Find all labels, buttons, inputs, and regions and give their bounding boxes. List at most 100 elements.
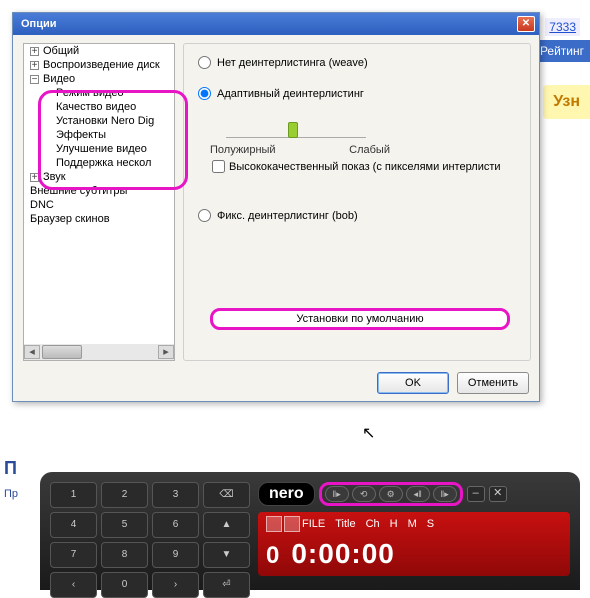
slider-thumb[interactable] <box>288 122 298 138</box>
radio-input[interactable] <box>198 209 211 222</box>
minimize-button[interactable]: – <box>467 486 485 502</box>
keypad-key[interactable]: 2 <box>101 482 148 508</box>
cursor-icon: ↖ <box>362 423 375 443</box>
tree-item[interactable]: Качество видео <box>24 100 174 114</box>
tree-item-label: DNC <box>30 199 54 211</box>
keypad-key[interactable]: 4 <box>50 512 97 538</box>
player-keypad: 123⌫456▲789▼‹0›⏎ <box>50 482 250 580</box>
scroll-thumb[interactable] <box>42 345 82 359</box>
tree-item-label: Звук <box>43 171 66 183</box>
nero-logo: nero <box>258 482 315 506</box>
background-rating-label: Рейтинг <box>534 40 590 62</box>
checkbox-label: Высококачественный показ (с пикселями ин… <box>229 161 501 173</box>
defaults-button[interactable]: Установки по умолчанию <box>210 308 510 330</box>
options-tree[interactable]: +Общий+Воспроизведение диск−ВидеоРежим в… <box>23 43 175 361</box>
tree-item-label: Видео <box>43 73 75 85</box>
checkbox-input[interactable] <box>212 160 225 173</box>
keypad-key[interactable]: 1 <box>50 482 97 508</box>
close-button[interactable]: ✕ <box>517 16 535 32</box>
tree-item[interactable]: + Звук <box>24 170 174 184</box>
keypad-key[interactable]: 0 <box>101 572 148 598</box>
slider-label-left: Полужирный <box>210 144 276 156</box>
options-dialog: Опции ✕ + Общий + Воспроизведение диск−Виде… <box>12 12 540 402</box>
adaptive-quality-slider[interactable] <box>226 118 366 138</box>
tree-item-label: Общий <box>43 45 79 57</box>
close-player-button[interactable]: ✕ <box>489 486 507 502</box>
keypad-key[interactable]: 6 <box>152 512 199 538</box>
tree-item[interactable]: −Видео <box>24 72 174 86</box>
scroll-right-icon[interactable]: ▸ <box>158 345 174 359</box>
tree-item[interactable]: Внешние субтитры <box>24 184 174 198</box>
background-link[interactable]: 7333 <box>545 18 580 36</box>
tree-item[interactable]: + Воспроизведение диск <box>24 58 174 72</box>
tree-item-label: Установки Nero Dig <box>56 115 154 127</box>
keypad-key[interactable]: ‹ <box>50 572 97 598</box>
tree-item-label: Браузер скинов <box>30 213 110 225</box>
keypad-key[interactable]: ⏎ <box>203 572 250 598</box>
tree-item-label: Эффекты <box>56 129 106 141</box>
player-pill-button[interactable]: ⟲ <box>352 486 376 502</box>
player-display: FILE Title Ch H M S 0 0:00:00 <box>258 512 570 576</box>
radio-input[interactable] <box>198 87 211 100</box>
radio-input[interactable] <box>198 56 211 69</box>
nero-player: 123⌫456▲789▼‹0›⏎ nero ‖▸⟲⚙◂‖‖▸ – ✕ FILE … <box>12 460 590 590</box>
checkbox-high-quality[interactable]: Высококачественный показ (с пикселями ин… <box>212 160 516 173</box>
track-number: 0 <box>266 542 279 570</box>
tree-item-label: Улучшение видео <box>56 143 147 155</box>
expand-icon[interactable]: + <box>30 47 39 56</box>
collapse-icon[interactable]: − <box>30 75 39 84</box>
tree-item[interactable]: Установки Nero Dig <box>24 114 174 128</box>
expand-icon[interactable]: + <box>30 61 39 70</box>
player-pill-button[interactable]: ‖▸ <box>433 486 457 502</box>
tree-item[interactable]: Улучшение видео <box>24 142 174 156</box>
disp-col-s: S <box>427 518 434 530</box>
keypad-key[interactable]: ⌫ <box>203 482 250 508</box>
player-pill-button[interactable]: ◂‖ <box>406 486 430 502</box>
disp-col-m: M <box>408 518 417 530</box>
file-icon <box>266 516 282 532</box>
slider-label-right: Слабый <box>349 144 390 156</box>
background-ad-fragment: Узн <box>543 85 590 119</box>
tree-item[interactable]: Эффекты <box>24 128 174 142</box>
player-pill-button[interactable]: ‖▸ <box>325 486 349 502</box>
tree-item[interactable]: Режим видео <box>24 86 174 100</box>
radio-label: Фикс. деинтерлистинг (bob) <box>217 210 358 222</box>
ok-button[interactable]: OK <box>377 372 449 394</box>
options-content-panel: Нет деинтерлистинга (weave) Адаптивный д… <box>183 43 531 361</box>
radio-label: Нет деинтерлистинга (weave) <box>217 57 368 69</box>
tree-horizontal-scrollbar[interactable]: ◂ ▸ <box>24 344 174 360</box>
dialog-titlebar[interactable]: Опции ✕ <box>13 13 539 35</box>
tree-item[interactable]: Браузер скинов <box>24 212 174 226</box>
tree-item-label: Качество видео <box>56 101 136 113</box>
radio-no-deinterlacing[interactable]: Нет деинтерлистинга (weave) <box>198 56 516 69</box>
keypad-key[interactable]: 8 <box>101 542 148 568</box>
file-label: FILE <box>302 518 325 530</box>
time-display: 0:00:00 <box>291 538 395 570</box>
player-control-pills: ‖▸⟲⚙◂‖‖▸ <box>319 482 463 506</box>
keypad-key[interactable]: 7 <box>50 542 97 568</box>
player-pill-button[interactable]: ⚙ <box>379 486 403 502</box>
expand-icon[interactable]: + <box>30 173 39 182</box>
keypad-key[interactable]: ▼ <box>203 542 250 568</box>
keypad-key[interactable]: ▲ <box>203 512 250 538</box>
radio-adaptive-deinterlacing[interactable]: Адаптивный деинтерлистинг <box>198 87 516 100</box>
tree-item-label: Воспроизведение диск <box>43 59 160 71</box>
tree-item-label: Поддержка нескол <box>56 157 151 169</box>
tree-item[interactable]: DNC <box>24 198 174 212</box>
radio-fixed-deinterlacing[interactable]: Фикс. деинтерлистинг (bob) <box>198 209 516 222</box>
keypad-key[interactable]: › <box>152 572 199 598</box>
cancel-button[interactable]: Отменить <box>457 372 529 394</box>
scroll-left-icon[interactable]: ◂ <box>24 345 40 359</box>
dialog-title: Опции <box>21 18 517 30</box>
keypad-key[interactable]: 9 <box>152 542 199 568</box>
tree-item[interactable]: + Общий <box>24 44 174 58</box>
tree-item[interactable]: Поддержка нескол <box>24 156 174 170</box>
disp-col-ch: Ch <box>366 518 380 530</box>
keypad-key[interactable]: 5 <box>101 512 148 538</box>
disc-icon <box>284 516 300 532</box>
disp-col-title: Title <box>335 518 355 530</box>
keypad-key[interactable]: 3 <box>152 482 199 508</box>
tree-item-label: Внешние субтитры <box>30 185 127 197</box>
tree-item-label: Режим видео <box>56 87 124 99</box>
disp-col-h: H <box>390 518 398 530</box>
